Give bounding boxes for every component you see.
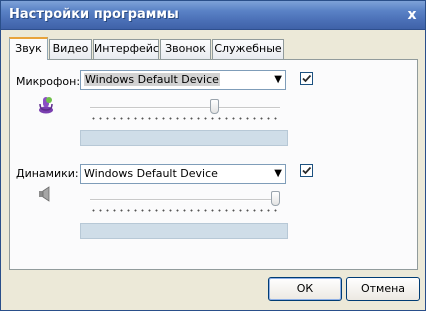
microphone-volume-slider[interactable]	[210, 99, 219, 114]
tab-sound-label: Звук	[15, 42, 42, 55]
tab-service-label: Служебные	[214, 42, 282, 55]
checkmark-icon	[302, 166, 312, 175]
microphone-icon	[36, 93, 56, 118]
speakers-device-select[interactable]: Windows Default Device ▼	[80, 164, 286, 184]
speakers-volume-slider[interactable]	[271, 191, 280, 206]
close-icon[interactable]: x	[404, 7, 420, 23]
tab-video-label: Видео	[52, 42, 89, 55]
tab-interface[interactable]: Интерфейс	[93, 39, 159, 59]
ok-button-label: ОК	[296, 282, 314, 295]
tab-video[interactable]: Видео	[49, 39, 92, 59]
cancel-button[interactable]: Отмена	[346, 277, 420, 301]
checkmark-icon	[302, 74, 312, 83]
speaker-icon	[37, 185, 55, 206]
tab-sound[interactable]: Звук	[9, 37, 48, 60]
tab-interface-label: Интерфейс	[94, 42, 159, 55]
tab-call-label: Звонок	[165, 42, 206, 55]
microphone-volume-ticks	[90, 117, 280, 120]
tab-service[interactable]: Служебные	[212, 39, 284, 59]
speakers-level-meter	[80, 223, 288, 239]
title-bar[interactable]: Настройки программы x	[1, 1, 425, 30]
microphone-label: Микрофон:	[16, 75, 81, 88]
speakers-volume-track	[90, 199, 280, 201]
chevron-down-icon[interactable]: ▼	[274, 165, 282, 183]
window-title: Настройки программы	[9, 7, 179, 22]
microphone-level-meter	[80, 130, 288, 146]
microphone-enable-checkbox[interactable]	[300, 72, 313, 85]
settings-window: Настройки программы x Звук Видео Интерфе…	[0, 0, 426, 311]
chevron-down-icon[interactable]: ▼	[274, 71, 282, 89]
cancel-button-label: Отмена	[360, 282, 406, 295]
speakers-label: Динамики:	[16, 167, 79, 180]
speakers-enable-checkbox[interactable]	[300, 164, 313, 177]
microphone-device-value: Windows Default Device	[84, 73, 220, 86]
sound-panel: Микрофон: Windows Default Device ▼ Динам…	[9, 59, 418, 270]
ok-button[interactable]: ОК	[268, 277, 342, 301]
microphone-volume-track	[90, 107, 280, 109]
speakers-volume-ticks	[90, 209, 280, 212]
speakers-device-value: Windows Default Device	[84, 167, 218, 180]
tab-call[interactable]: Звонок	[160, 39, 211, 59]
microphone-device-select[interactable]: Windows Default Device ▼	[80, 70, 286, 90]
